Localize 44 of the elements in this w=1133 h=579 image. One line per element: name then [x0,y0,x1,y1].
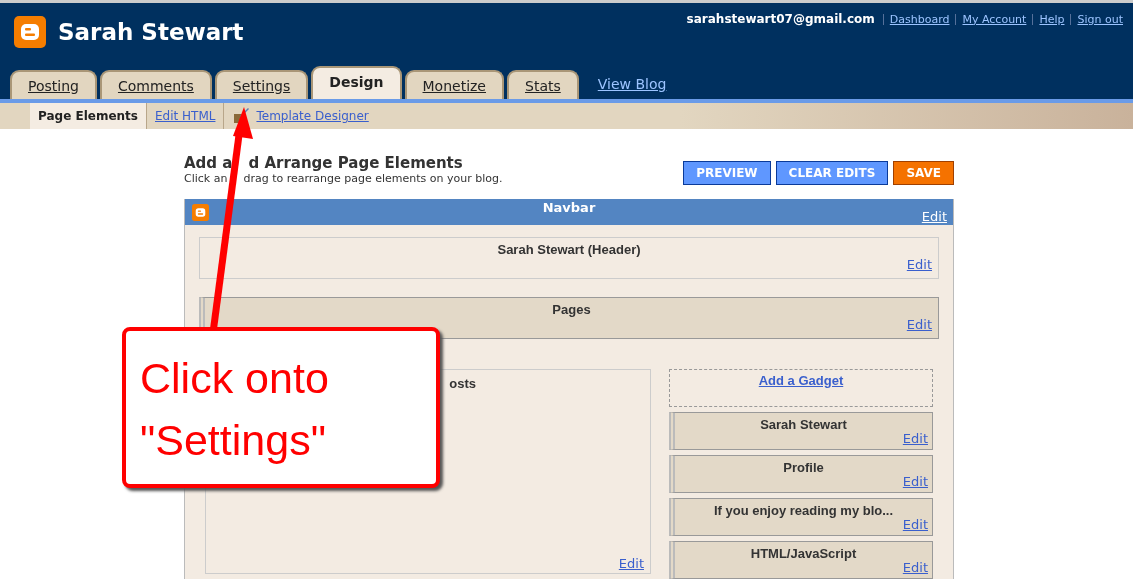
page-subtitle: drag to rearrange page elements on your blog. [243,172,503,185]
sidebar-gadget[interactable]: If you enjoy reading my blo... Edit [669,498,933,536]
edit-link[interactable]: Edit [902,432,928,445]
sidebar-gadget[interactable]: Sarah Stewart Edit [669,412,933,450]
gadget-title: If you enjoy reading my blo... [713,503,894,518]
edit-link[interactable]: Edit [902,518,928,531]
edit-link[interactable]: Edit [902,561,928,574]
blogger-logo-icon [14,16,46,48]
edit-link[interactable]: Edit [618,556,644,571]
blog-title: Sarah Stewart [58,19,244,45]
gadget-title: Sarah Stewart [760,417,847,432]
account-link[interactable]: Dashboard [889,12,950,26]
sidebar-gadget[interactable]: Profile Edit [669,455,933,493]
blogger-logo-icon [192,204,209,221]
sidebar-gadget[interactable]: HTML/JavaScript Edit [669,541,933,579]
page-heading: Add a [184,154,233,172]
nav-tab[interactable]: Monetize [404,70,504,99]
add-gadget-link[interactable]: Add a Gadget [758,373,844,406]
subnav-tab[interactable]: Page Elements [30,103,147,129]
nav-tab[interactable]: Stats [507,70,579,99]
gadget-title: Pages [552,302,591,317]
nav-tab[interactable]: Posting [10,70,97,99]
page-subtitle: Click an [184,172,228,185]
gadget-title: Navbar [542,200,596,217]
nav-tab[interactable]: Comments [99,70,212,99]
account-email: sarahstewart07@gmail.com [686,12,875,26]
account-link[interactable]: My Account [962,12,1027,26]
edit-link[interactable]: Edit [921,209,947,224]
edit-link[interactable]: Edit [906,317,932,332]
account-link[interactable]: Help [1039,12,1065,26]
view-blog-link[interactable]: View Blog [597,76,667,92]
page-heading: d Arrange Page Elements [248,154,463,172]
nav-tab[interactable]: Settings [214,70,309,99]
gadget-title: osts [449,376,476,391]
callout-text: Click onto "Settings" [122,327,440,488]
gadget-title: HTML/JavaScript [750,546,857,561]
edit-link[interactable]: Edit [906,257,932,272]
gadget-title: Profile [783,460,824,475]
account-link[interactable]: Sign out [1077,12,1123,26]
subnav-tab[interactable]: Edit HTML [147,103,225,129]
edit-link[interactable]: Edit [902,475,928,488]
nav-tab[interactable]: Design [311,66,402,99]
gadget-title: Sarah Stewart (Header) [497,242,641,257]
pages-gadget[interactable]: Pages Edit [199,297,939,339]
